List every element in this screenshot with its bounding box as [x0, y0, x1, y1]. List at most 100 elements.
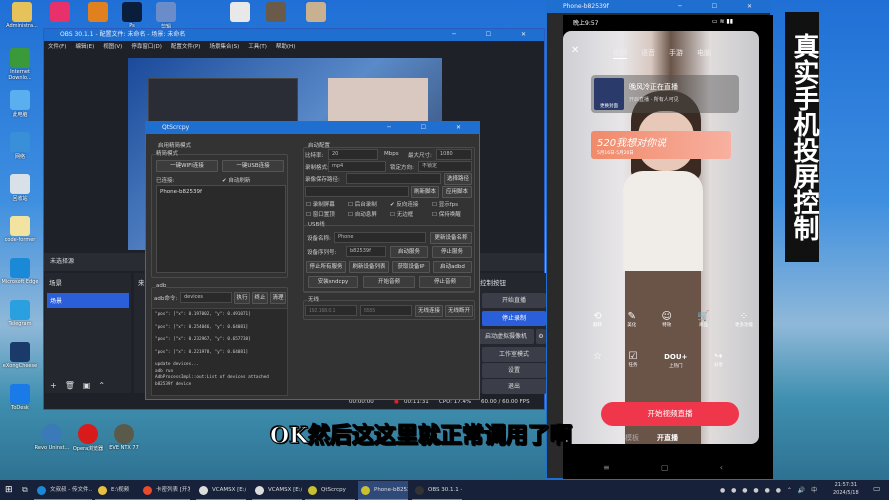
menu-item[interactable]: 编辑(E) — [75, 41, 94, 53]
exit-button[interactable]: 退出 — [482, 379, 546, 394]
task-view-icon[interactable]: ⧉ — [22, 485, 28, 495]
live-tool-button[interactable]: ☆ — [593, 351, 602, 369]
taskbar-item[interactable]: 文叔叔 - 传文件... — [34, 481, 92, 500]
desktop-icon[interactable]: Internet Downlo... — [0, 48, 40, 81]
log-output[interactable]: "pos": ["x": 0.197002, "y": 0.491071] "po… — [151, 308, 288, 396]
option-checkbox[interactable]: ☐ 显示fps — [432, 200, 458, 208]
option-checkbox[interactable]: ☐ 后台录制 — [348, 200, 377, 208]
usb-connect-button[interactable]: 一键USB连接 — [222, 160, 284, 172]
taskbar-item[interactable]: QtScrcpy — [305, 481, 355, 500]
desktop-icon[interactable]: 网络 — [0, 132, 40, 160]
stop-recording-button[interactable]: 停止录制 — [482, 311, 546, 326]
phone-tab[interactable]: 手游 — [669, 48, 683, 59]
device-list-item[interactable]: Phone-b82539f — [160, 189, 282, 195]
select-path-button[interactable]: 选择路径 — [444, 173, 472, 185]
tab-template[interactable]: 模板 — [625, 433, 639, 443]
desktop-icon[interactable]: Revo Uninst... — [32, 424, 72, 451]
option-checkbox[interactable]: ✔ 反向连接 — [390, 200, 418, 208]
menu-icon[interactable]: ≡ — [603, 463, 610, 472]
live-tool-button[interactable]: ⟲ 翻转 — [593, 311, 602, 328]
desktop-icon[interactable]: EVE NTX 77 — [104, 424, 144, 451]
live-tool-button[interactable]: ☺ 特效 — [662, 311, 672, 328]
adb-command-input[interactable]: devices — [180, 292, 232, 303]
script-select[interactable] — [305, 186, 409, 197]
desktop-icon[interactable]: Administra... — [2, 2, 42, 29]
phone-screen[interactable]: 晚上9:57 ▭ ≋ ▮▮ ✕ 视频 语音 手游 电脑 更换封面 晚风冷正在直播 开启… — [563, 15, 773, 479]
stream-info-card[interactable]: 更换封面 晚风冷正在直播 开启直播 · 所有人可见 — [591, 75, 739, 113]
stop-service-button[interactable]: 停止服务 — [432, 246, 472, 258]
gear-icon[interactable]: ⚙ — [536, 329, 546, 344]
taskbar-item[interactable]: E:\视频 — [95, 481, 145, 500]
desktop-icon[interactable]: Telegram — [0, 300, 40, 327]
menu-item[interactable]: 配置文件(P) — [171, 41, 201, 53]
stop-audio-button[interactable]: 停止音频 — [419, 276, 471, 288]
qtscrcpy-titlebar[interactable]: QtScrcpy ─ ☐ ✕ — [146, 122, 479, 134]
filter-icon[interactable]: ▣ — [83, 381, 99, 390]
wireless-disconnect-button[interactable]: 无线断开 — [445, 305, 473, 317]
option-checkbox[interactable]: ☐ 自动息屏 — [348, 210, 377, 218]
back-icon[interactable]: ‹ — [720, 463, 723, 472]
tab-go-live[interactable]: 开直播 — [657, 433, 678, 443]
bitrate-input[interactable]: 20 — [328, 149, 378, 160]
scene-item[interactable]: 场景 — [47, 293, 129, 308]
desktop-icon[interactable] — [256, 2, 296, 23]
clock[interactable]: 21:57:31 2024/5/18 — [833, 481, 859, 497]
device-list[interactable]: Phone-b82539f — [156, 185, 286, 273]
stream-title[interactable]: 晚风冷正在直播 — [629, 82, 678, 92]
taskbar-item[interactable]: OBS 30.1.1 - 配置... — [412, 481, 462, 500]
start-audio-button[interactable]: 开始音频 — [363, 276, 415, 288]
menu-item[interactable]: 工具(T) — [248, 41, 267, 53]
menu-item[interactable]: 场景集合(S) — [209, 41, 239, 53]
live-tool-button[interactable]: ✎ 美化 — [627, 311, 636, 328]
start-service-button[interactable]: 启动服务 — [390, 246, 428, 258]
auto-refresh-checkbox[interactable]: ✔ 自动刷新 — [222, 176, 250, 184]
live-tool-button[interactable]: ↪ 分享 — [714, 351, 723, 369]
chevron-up-icon[interactable]: ⌃ — [98, 381, 113, 390]
orientation-select[interactable]: 不锁定 — [418, 161, 472, 172]
studio-mode-button[interactable]: 工作室模式 — [482, 347, 546, 362]
get-device-ip-button[interactable]: 获取设备IP — [392, 261, 430, 273]
trash-icon[interactable]: 🗑 — [65, 381, 83, 390]
port-input[interactable] — [360, 305, 412, 316]
obs-titlebar[interactable]: OBS 30.1.1 - 配置文件: 未命名 - 场景: 未命名 ─ ☐ ✕ — [44, 29, 544, 41]
start-adbd-button[interactable]: 启动adbd — [433, 261, 472, 273]
stop-all-services-button[interactable]: 停止所有服务 — [306, 261, 346, 273]
serial-select[interactable]: b82539f — [346, 246, 386, 257]
record-path-input[interactable] — [346, 173, 441, 184]
simple-mode-checkbox[interactable]: 启用精简模式 — [158, 141, 191, 149]
apply-script-button[interactable]: 应用脚本 — [442, 186, 472, 198]
menu-item[interactable]: 停靠窗口(D) — [131, 41, 162, 53]
phone-tab[interactable]: 电脑 — [697, 48, 711, 59]
clear-button[interactable]: 清理 — [270, 292, 286, 304]
visibility-label[interactable]: 开启直播 · 所有人可见 — [629, 96, 679, 103]
window-controls[interactable]: ─ ☐ ✕ — [387, 122, 475, 134]
bitrate-unit-select[interactable]: Mbps — [384, 151, 399, 157]
taskbar-item[interactable]: VCAMSX [E:/code... — [252, 481, 302, 500]
tray-icons[interactable]: ● ● ● ● ● ● ⌃ 🔊 中 — [720, 485, 819, 494]
phone-tab[interactable]: 语音 — [641, 48, 655, 59]
live-tool-button[interactable]: ⁘ 更多功能 — [735, 311, 753, 328]
window-controls[interactable]: ─ ☐ ✕ — [452, 29, 540, 41]
taskbar-item[interactable]: Phone-b82539f — [358, 481, 408, 500]
desktop-icon[interactable] — [220, 2, 260, 23]
desktop-icon[interactable] — [296, 2, 336, 23]
option-checkbox[interactable]: ☐ 录制屏幕 — [306, 200, 335, 208]
window-controls[interactable]: ─ ☐ ✕ — [678, 1, 766, 13]
ip-input[interactable] — [305, 305, 357, 316]
phone-tab[interactable]: 视频 — [613, 48, 627, 59]
option-checkbox[interactable]: ☐ 无边框 — [390, 210, 413, 218]
live-tool-button[interactable]: DOU+ 上热门 — [664, 351, 687, 369]
install-sndcpy-button[interactable]: 安装sndcpy — [308, 276, 358, 288]
phone-titlebar[interactable]: Phone-b82539f ─ ☐ ✕ — [547, 1, 770, 13]
live-tool-button[interactable]: 🛒 商品 — [697, 311, 709, 328]
live-tool-button[interactable]: ☑ 任务 — [629, 351, 638, 369]
menu-item[interactable]: 文件(F) — [48, 41, 66, 53]
start-button[interactable]: ⊞ — [5, 485, 13, 495]
wifi-connect-button[interactable]: 一键WIFI连接 — [156, 160, 218, 172]
option-checkbox[interactable]: ☐ 窗口置顶 — [306, 210, 335, 218]
menu-item[interactable]: 帮助(H) — [276, 41, 295, 53]
ime-indicator[interactable]: 中 — [811, 487, 819, 494]
promo-banner[interactable]: 520我想对你说 5月16日-5月20日 — [591, 131, 731, 159]
desktop-icon[interactable]: ToDesk — [0, 384, 40, 411]
terminate-button[interactable]: 终止 — [252, 292, 268, 304]
